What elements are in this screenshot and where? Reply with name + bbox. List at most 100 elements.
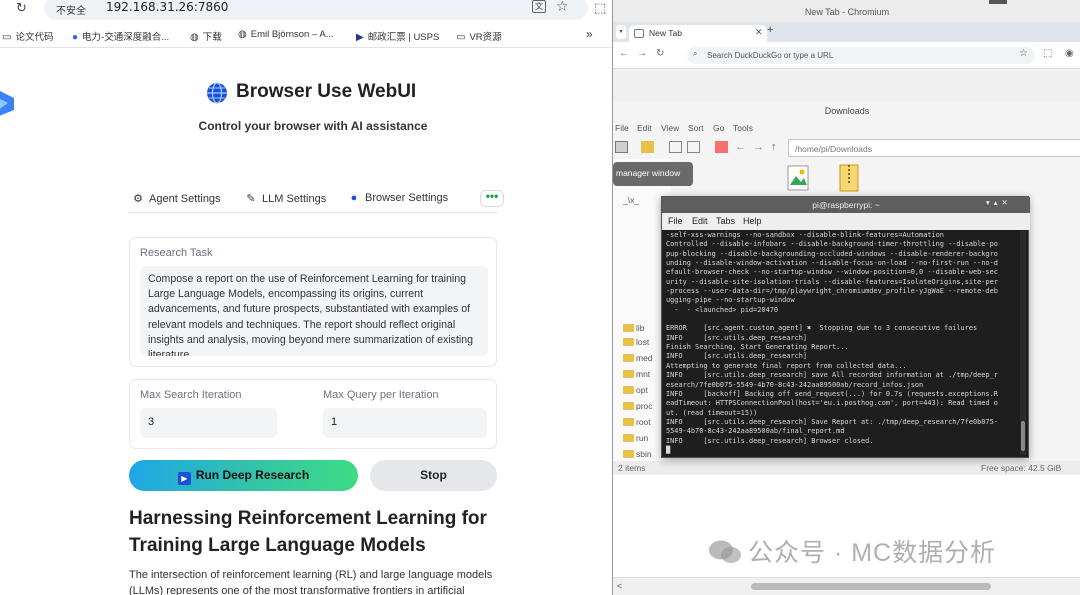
archive-file-icon[interactable] [839,164,859,192]
bookmark-item[interactable]: ◍ Emil Björnson – A... [238,29,334,40]
forward-icon[interactable]: → [753,141,766,153]
terminal-line: efault-browser-check --no-startup-window… [666,268,998,277]
up-icon[interactable]: ↑ [771,141,784,153]
directory-item[interactable]: root [623,417,651,429]
max-query-input[interactable]: 1 [323,408,487,438]
directory-item[interactable]: run [623,433,648,445]
url-box[interactable]: 不安全 192.168.31.26:7860 文 ☆ [44,0,588,20]
new-window-icon[interactable] [615,141,628,153]
terminal-line: INFO [src.utils.deep_research] [666,352,808,361]
window-control[interactable] [989,0,1007,4]
bookmark-item[interactable]: ● 电力-交通深度融合... [72,29,169,43]
terminal-line: pup-blocking --disable-backgrounding-occ… [666,249,998,258]
bookmark-item[interactable]: ▭ VR资源 [456,29,502,43]
search-icon: ⌕ [693,49,698,58]
bookmark-item[interactable]: ▶ 邮政汇票 | USPS [356,29,439,43]
menu-help[interactable]: Help [743,216,762,226]
menu-edit[interactable]: Edit [692,216,708,226]
folder-icon[interactable] [641,141,654,153]
star-icon[interactable]: ☆ [1019,48,1028,59]
window-controls[interactable]: ▾▴✕ [986,198,1012,207]
horizontal-scrollbar[interactable]: < [613,577,1080,595]
menu-tools[interactable]: Tools [733,123,753,133]
reload-icon[interactable]: ↻ [656,48,664,59]
directory-item[interactable]: _\x_ [623,195,639,207]
reload-icon[interactable]: ↻ [16,0,27,16]
chromium-toolbar: ← → ↻ ⌕ Search DuckDuckGo or type a URL … [613,42,1080,69]
omnibox[interactable]: ⌕ Search DuckDuckGo or type a URL ☆ [687,47,1035,64]
star-icon[interactable]: ☆ [556,0,569,15]
menu-sort[interactable]: Sort [688,123,704,133]
max-search-input[interactable]: 3 [140,408,277,438]
directory-item[interactable]: mnt [623,369,650,381]
chromium-tab[interactable]: New Tab ✕ [629,25,767,42]
bookmark-item[interactable]: ▭ 论文代码 [2,29,53,43]
home-icon[interactable] [715,141,728,153]
research-task-card: Research Task Compose a report on the us… [129,237,497,367]
globe-icon: ◍ [190,32,199,43]
run-deep-research-button[interactable]: ▶ Run Deep Research [129,460,358,491]
terminal-line: Attempting to generate final report from… [666,361,907,370]
terminal-line: ut. (read timeout=15)) [666,408,758,417]
translate-icon[interactable]: 文 [532,0,546,13]
globe-icon: ● [350,192,358,204]
directory-item[interactable]: lib [623,323,645,335]
tab-browser-settings[interactable]: ● Browser Settings [348,192,448,204]
watermark: 公众号 · MC数据分析 [708,533,996,569]
menu-view[interactable]: View [661,123,679,133]
extensions-icon[interactable]: ⬚ [594,0,606,16]
insecure-label[interactable]: 不安全 [56,2,86,17]
profile-icon[interactable]: ◉ [1065,48,1074,59]
terminal-line: unding --disable-window-activation --dis… [666,259,998,268]
icon-view-icon[interactable] [669,141,682,153]
terminal-scrollbar[interactable] [1020,231,1026,455]
terminal-title: pi@raspberrypi: ~ [662,197,1030,213]
directory-item[interactable]: lost [623,337,649,349]
directory-item[interactable]: proc [623,401,653,413]
webui-app: Browser Use WebUI Control your browser w… [0,48,612,595]
scrollbar-thumb[interactable] [751,583,991,590]
stop-button[interactable]: Stop [370,460,497,491]
back-icon[interactable]: ← [735,141,748,153]
pencil-icon: ✎ [246,193,256,205]
close-icon[interactable]: ✕ [755,27,763,38]
page-subtitle: Control your browser with AI assistance [198,119,428,133]
chromium-tab-label: New Tab [649,28,682,38]
page-title: Browser Use WebUI [236,81,417,102]
extensions-icon[interactable]: ⬚ [1043,48,1052,59]
directory-item[interactable]: med [623,353,653,365]
research-task-textarea[interactable]: Compose a report on the use of Reinforce… [140,266,488,356]
image-file-icon[interactable] [787,165,809,191]
new-tab-icon[interactable]: + [767,24,773,36]
directory-item[interactable]: sbin [623,449,652,461]
menu-file[interactable]: File [668,216,683,226]
scroll-left-icon[interactable]: < [617,581,622,591]
list-view-icon[interactable] [687,141,700,153]
site-icon: ● [72,32,79,43]
terminal-line: esearch/7fe0b075-5549-4b70-8c43-242aa895… [666,380,924,389]
terminal-line: █ [666,445,671,454]
url-text[interactable]: 192.168.31.26:7860 [106,0,228,14]
menu-go[interactable]: Go [713,123,724,133]
bookmark-item[interactable]: ◍ 下载 [190,29,222,43]
address-bar-row: ↻ 不安全 192.168.31.26:7860 文 ☆ ⬚ [0,0,612,22]
menu-edit[interactable]: Edit [637,123,652,133]
path-input[interactable]: /home/pi/Downloads [788,139,1080,157]
tab-agent-settings[interactable]: ⚙ Agent Settings [132,192,221,205]
bookmarks-more-icon[interactable]: » [586,27,593,41]
directory-item[interactable]: opt [623,385,648,397]
scrollbar-thumb[interactable] [1021,421,1025,451]
back-icon[interactable]: ← [619,48,629,59]
terminal-line: -process --user-data-dir=/tmp/playwright… [666,287,998,296]
forward-icon[interactable]: → [637,48,647,59]
tab-llm-settings[interactable]: ✎ LLM Settings [245,192,326,205]
menu-tabs[interactable]: Tabs [716,216,735,226]
terminal-output[interactable]: -self-xss-warnings --no-sandbox --disabl… [666,231,1018,455]
menu-file[interactable]: File [615,123,629,133]
folder-icon: ▭ [456,32,466,43]
more-tabs-button[interactable]: ••• [480,190,504,207]
folder-icon [623,370,634,378]
terminal-line: Finish Searching, Start Generating Repor… [666,343,849,352]
tab-search-icon[interactable]: ▾ [616,25,626,39]
